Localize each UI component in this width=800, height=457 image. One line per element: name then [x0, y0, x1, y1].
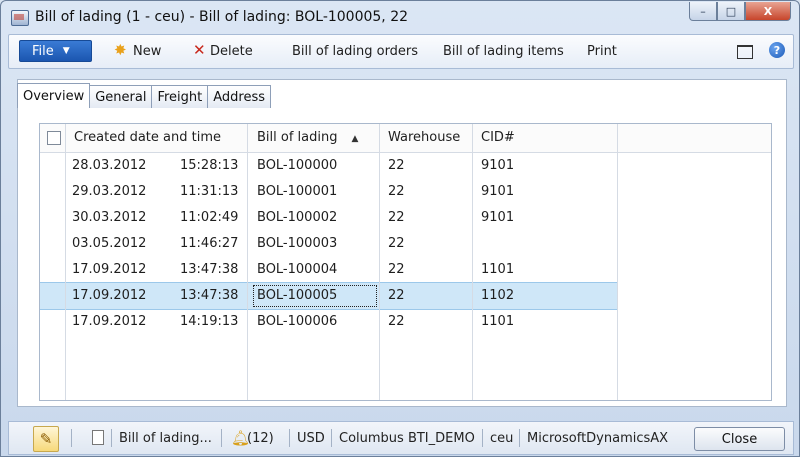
cell-cid: 9101 [481, 158, 515, 173]
cell-bill-of-lading: BOL-100006 [257, 314, 338, 329]
table-row[interactable]: 17.09.2012 14:19:13 BOL-100006 22 1101 [40, 309, 617, 335]
delete-button[interactable]: Delete [210, 44, 253, 59]
chevron-down-icon: ▼ [62, 46, 70, 56]
cell-bill-of-lading: BOL-100000 [257, 158, 338, 173]
cell-warehouse: 22 [388, 236, 405, 251]
table-row-selected[interactable]: 17.09.2012 13:47:38 BOL-100005 22 1102 [40, 282, 617, 310]
cell-warehouse: 22 [388, 184, 405, 199]
title-bar: Bill of lading (1 - ceu) - Bill of ladin… [1, 1, 799, 33]
select-all-checkbox[interactable] [47, 131, 61, 145]
fact-box-toggle-icon[interactable] [737, 45, 753, 59]
cell-date: 17.09.2012 [72, 314, 147, 329]
window-frame: Bill of lading (1 - ceu) - Bill of ladin… [0, 0, 800, 457]
delete-icon: ✕ [193, 41, 206, 59]
cell-date: 29.03.2012 [72, 184, 147, 199]
file-label: File [32, 43, 54, 59]
cell-date: 28.03.2012 [72, 158, 147, 173]
cell-time: 15:28:13 [180, 158, 239, 173]
window-title: Bill of lading (1 - ceu) - Bill of ladin… [35, 9, 409, 25]
cell-time: 13:47:38 [180, 262, 239, 277]
column-divider [379, 124, 380, 400]
cell-bill-of-lading: BOL-100002 [257, 210, 338, 225]
print-button[interactable]: Print [587, 44, 617, 59]
status-bar: ✎ Bill of lading... 🔔︎ (12) USD Columbus… [8, 421, 794, 455]
cell-bill-of-lading: BOL-100001 [257, 184, 338, 199]
status-notification-count[interactable]: (12) [247, 431, 274, 446]
grid-header: Created date and time Bill of lading ▲ Wa… [40, 124, 771, 153]
cell-time: 11:02:49 [180, 210, 239, 225]
close-button[interactable]: Close [694, 427, 785, 451]
tab-freight[interactable]: Freight [151, 85, 209, 108]
column-header-created[interactable]: Created date and time [74, 124, 221, 152]
cell-warehouse: 22 [388, 288, 405, 303]
cell-cid: 9101 [481, 184, 515, 199]
cell-warehouse: 22 [388, 262, 405, 277]
close-window-button[interactable]: X [745, 2, 791, 21]
status-separator [111, 429, 112, 447]
status-separator [289, 429, 290, 447]
new-icon: ✸ [114, 41, 127, 59]
cell-time: 11:31:13 [180, 184, 239, 199]
status-separator [482, 429, 483, 447]
status-partition: ceu [490, 431, 514, 446]
cell-date: 30.03.2012 [72, 210, 147, 225]
bill-of-lading-grid: Created date and time Bill of lading ▲ Wa… [39, 123, 772, 401]
tab-address[interactable]: Address [207, 85, 272, 108]
help-icon[interactable]: ? [769, 42, 785, 58]
sort-ascending-icon: ▲ [351, 134, 359, 144]
cell-warehouse: 22 [388, 210, 405, 225]
table-row[interactable]: 17.09.2012 13:47:38 BOL-100004 22 1101 [40, 257, 617, 283]
status-separator [221, 429, 222, 447]
cell-time: 13:47:38 [180, 288, 239, 303]
column-header-warehouse[interactable]: Warehouse [388, 124, 460, 152]
status-application: MicrosoftDynamicsAX [527, 431, 669, 446]
column-divider [247, 124, 248, 400]
cell-time: 11:46:27 [180, 236, 239, 251]
status-currency: USD [297, 431, 325, 446]
table-row[interactable]: 03.05.2012 11:46:27 BOL-100003 22 [40, 231, 617, 257]
edit-mode-pencil-icon[interactable]: ✎ [33, 426, 59, 452]
tab-overview[interactable]: Overview [17, 83, 91, 108]
status-company: Columbus BTI_DEMO [339, 431, 475, 446]
column-divider [65, 124, 66, 400]
column-header-bill-of-lading-label: Bill of lading [257, 130, 338, 145]
status-form-name: Bill of lading... [119, 431, 212, 446]
tab-strip: Overview General Freight Address [17, 83, 272, 109]
status-separator [331, 429, 332, 447]
tab-general[interactable]: General [89, 85, 153, 108]
cell-bill-of-lading-focused[interactable]: BOL-100005 [251, 283, 379, 309]
cell-date: 03.05.2012 [72, 236, 147, 251]
action-pane: File ▼ ✸ New ✕ Delete Bill of lading ord… [8, 34, 794, 69]
cell-cid: 1101 [481, 262, 515, 277]
document-handling-icon[interactable] [92, 430, 104, 445]
minimize-button[interactable]: – [689, 2, 717, 21]
cell-cid: 1102 [481, 288, 515, 303]
new-button[interactable]: New [133, 44, 161, 59]
table-row[interactable]: 30.03.2012 11:02:49 BOL-100002 22 9101 [40, 205, 617, 231]
column-divider [472, 124, 473, 400]
bill-of-lading-items-button[interactable]: Bill of lading items [443, 44, 564, 59]
app-icon [11, 10, 29, 26]
column-divider [617, 124, 618, 400]
cell-cid: 9101 [481, 210, 515, 225]
cell-warehouse: 22 [388, 314, 405, 329]
table-row[interactable]: 29.03.2012 11:31:13 BOL-100001 22 9101 [40, 179, 617, 205]
cell-date: 17.09.2012 [72, 288, 147, 303]
column-header-cid[interactable]: CID# [481, 124, 515, 152]
table-row[interactable]: 28.03.2012 15:28:13 BOL-100000 22 9101 [40, 153, 617, 179]
cell-cid: 1101 [481, 314, 515, 329]
maximize-button[interactable]: □ [717, 2, 745, 21]
file-menu-button[interactable]: File ▼ [19, 40, 92, 62]
bill-of-lading-orders-button[interactable]: Bill of lading orders [292, 44, 418, 59]
cell-warehouse: 22 [388, 158, 405, 173]
column-header-bill-of-lading[interactable]: Bill of lading ▲ [257, 124, 358, 152]
window-controls: – □ X [689, 2, 791, 22]
cell-bill-of-lading: BOL-100004 [257, 262, 338, 277]
cell-bill-of-lading: BOL-100003 [257, 236, 338, 251]
status-separator [71, 429, 72, 447]
cell-time: 14:19:13 [180, 314, 239, 329]
cell-date: 17.09.2012 [72, 262, 147, 277]
status-separator [519, 429, 520, 447]
